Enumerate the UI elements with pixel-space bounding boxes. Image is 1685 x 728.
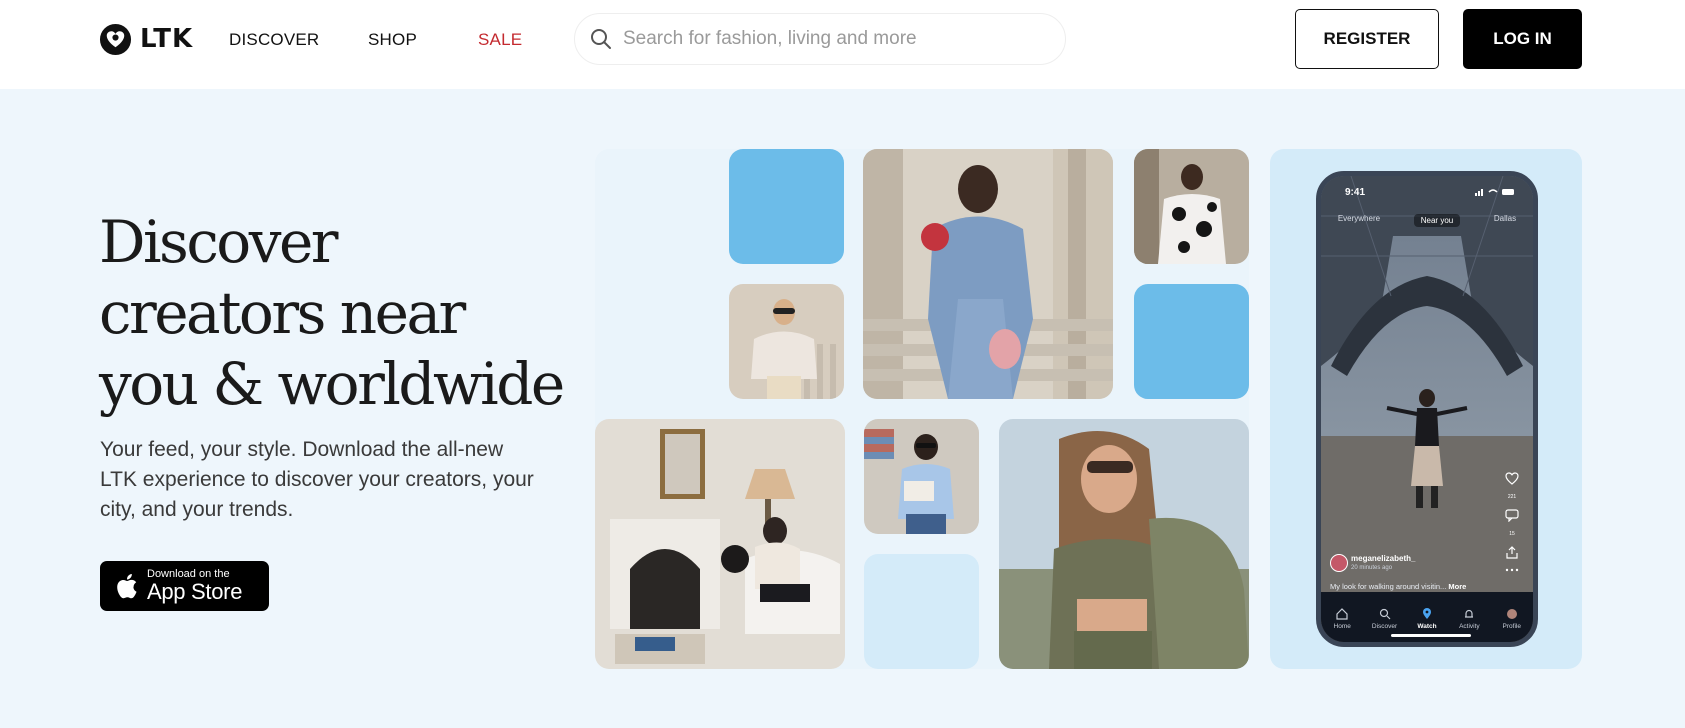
site-header: LTK DISCOVER SHOP SALE REGISTER LOG IN (0, 0, 1685, 89)
creator-avatar[interactable] (1330, 554, 1348, 572)
comment-icon[interactable] (1505, 509, 1519, 522)
collage-photo-woman-denim (863, 149, 1113, 399)
logo-text: LTK (140, 24, 194, 54)
collage-photo-woman-reading (864, 419, 979, 534)
bell-icon (1465, 609, 1474, 618)
phone-post-actions: 221 15 (1501, 472, 1523, 572)
ltk-logo[interactable]: LTK (99, 22, 193, 56)
phone-nav-discover[interactable]: Discover (1367, 608, 1403, 630)
register-button[interactable]: REGISTER (1295, 9, 1439, 69)
search-icon (1379, 608, 1391, 620)
search-input[interactable] (623, 28, 1043, 50)
phone-clock: 9:41 (1345, 187, 1366, 198)
hero-subtitle: Your feed, your style. Download the all-… (100, 438, 534, 521)
comment-count: 15 (1509, 531, 1515, 537)
nav-sale[interactable]: SALE (478, 30, 522, 50)
phone-feed-tabs: Everywhere Near you Dallas (1321, 214, 1533, 227)
collage-photo-living-room (595, 419, 845, 669)
more-icon[interactable] (1505, 568, 1519, 572)
apple-icon (117, 574, 137, 599)
post-timestamp: 20 minutes ago (1351, 565, 1393, 571)
search-bar[interactable] (574, 13, 1066, 65)
app-store-button[interactable]: Download on the App Store (100, 561, 269, 611)
app-store-big-label: App Store (147, 579, 243, 604)
creator-username[interactable]: meganelizabeth_ (1351, 554, 1415, 563)
location-pin-icon (1422, 608, 1431, 619)
home-indicator (1391, 634, 1471, 637)
hero-section: Discover creators near you & worldwide Y… (0, 89, 1685, 728)
post-caption-text: My look for walking around visitin... (1330, 582, 1447, 591)
collage-color-tile (1134, 284, 1249, 399)
phone-nav-home[interactable]: Home (1324, 608, 1360, 630)
phone-status-icons (1475, 189, 1514, 196)
collage-photo-woman-olive-set (999, 419, 1249, 669)
heart-icon[interactable] (1505, 472, 1519, 485)
app-preview-panel: 9:41 Everywhere Near you Dallas 221 15 m… (1270, 149, 1582, 669)
phone-nav-profile[interactable]: Profile (1494, 608, 1530, 630)
caption-more-link[interactable]: More (1448, 582, 1466, 591)
collage-color-tile (864, 554, 979, 669)
collage-photo-woman-print-dress (1134, 149, 1249, 264)
collage-color-tile (729, 149, 844, 264)
collage-photo-woman-sunglasses (729, 284, 844, 399)
share-icon[interactable] (1505, 546, 1519, 559)
nav-shop[interactable]: SHOP (368, 30, 417, 50)
home-icon (1336, 608, 1348, 620)
hero-title: Discover creators near you & worldwide (99, 208, 565, 418)
phone-tab-near-you[interactable]: Near you (1413, 214, 1461, 227)
nav-discover[interactable]: DISCOVER (229, 30, 319, 50)
search-icon (591, 29, 611, 49)
ltk-heart-logo-icon (99, 23, 132, 55)
phone-tab-dallas[interactable]: Dallas (1494, 214, 1516, 227)
phone-nav-watch[interactable]: Watch (1409, 608, 1445, 630)
login-button[interactable]: LOG IN (1463, 9, 1582, 69)
phone-mockup: 9:41 Everywhere Near you Dallas 221 15 m… (1316, 171, 1538, 647)
eiffel-tower-video (1321, 176, 1533, 642)
phone-tab-everywhere[interactable]: Everywhere (1338, 214, 1380, 227)
profile-avatar-icon (1506, 609, 1517, 619)
phone-nav-activity[interactable]: Activity (1451, 608, 1487, 630)
like-count: 221 (1507, 494, 1517, 500)
post-caption: My look for walking around visitin... Mo… (1330, 582, 1530, 591)
